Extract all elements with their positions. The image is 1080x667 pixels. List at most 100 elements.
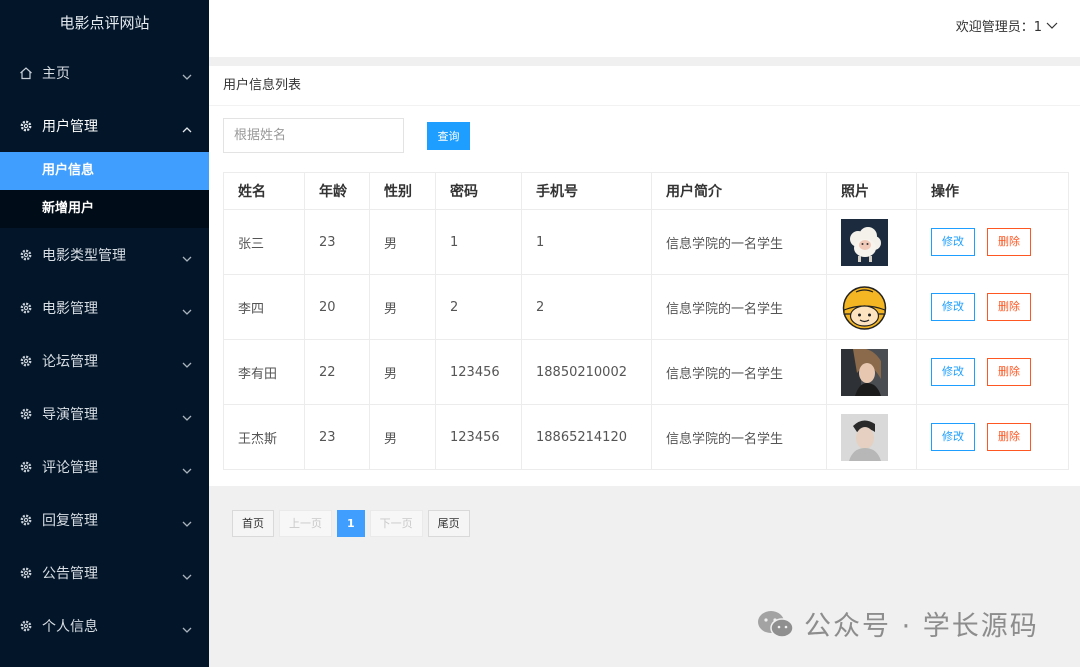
search-button[interactable]: 查询: [427, 121, 470, 150]
sidebar-item-forum[interactable]: 论坛管理: [0, 334, 209, 387]
table-row: 张三 23 男 1 1 信息学院的一名学生 修改 删除: [223, 209, 1069, 275]
cell-phone: 2: [521, 274, 652, 340]
edit-button[interactable]: 修改: [931, 423, 975, 451]
cell-name: 张三: [223, 209, 305, 275]
cell-photo: [826, 404, 917, 470]
user-list-panel: 用户信息列表 查询 姓名 年龄 性别 密码 手机号 用户简介 照片 操作 张三: [209, 66, 1080, 486]
cell-password: 2: [435, 274, 522, 340]
admin-menu[interactable]: 欢迎管理员：1: [956, 16, 1058, 35]
chevron-down-icon: [182, 362, 192, 368]
sidebar-item-user-management[interactable]: 用户管理: [0, 99, 209, 152]
cell-age: 20: [304, 274, 370, 340]
sidebar-item-label: 电影类型管理: [42, 247, 126, 264]
pagination: 首页 上一页 1 下一页 尾页: [232, 510, 475, 537]
cell-age: 22: [304, 339, 370, 405]
chevron-down-icon: [182, 627, 192, 633]
cell-photo: [826, 339, 917, 405]
column-header-phone: 手机号: [521, 172, 652, 210]
watermark: 公众号 · 学长源码: [756, 604, 1039, 643]
delete-button[interactable]: 删除: [987, 228, 1031, 256]
welcome-text: 欢迎管理员：1: [955, 20, 1042, 35]
cell-actions: 修改 删除: [916, 209, 1069, 275]
sidebar-subitem-user-info[interactable]: 用户信息: [0, 152, 209, 190]
sidebar-item-announcement[interactable]: 公告管理: [0, 546, 209, 599]
sidebar-item-director[interactable]: 导演管理: [0, 387, 209, 440]
cell-intro: 信息学院的一名学生: [651, 274, 827, 340]
edit-button[interactable]: 修改: [931, 228, 975, 256]
table-header-row: 姓名 年龄 性别 密码 手机号 用户简介 照片 操作: [223, 172, 1069, 210]
sheep-avatar: [841, 218, 888, 266]
panel-title: 用户信息列表: [209, 66, 1080, 106]
watermark-text: 公众号 · 学长源码: [804, 611, 1039, 642]
sidebar-item-label: 电影管理: [42, 300, 98, 317]
user-table: 姓名 年龄 性别 密码 手机号 用户简介 照片 操作 张三 23 男 1 1 信…: [223, 172, 1069, 470]
gear-icon: [18, 618, 34, 634]
chevron-down-icon: [182, 521, 192, 527]
sidebar-submenu-users: 用户信息 新增用户: [0, 152, 209, 228]
sidebar-item-label: 论坛管理: [42, 353, 98, 370]
chevron-down-icon: [1046, 22, 1058, 29]
chevron-down-icon: [182, 256, 192, 262]
cell-photo: [826, 274, 917, 340]
last-page-button[interactable]: 尾页: [427, 510, 470, 537]
cell-gender: 男: [369, 404, 436, 470]
helmet-avatar: [841, 283, 888, 331]
first-page-button[interactable]: 首页: [232, 510, 274, 537]
cell-gender: 男: [369, 209, 436, 275]
cell-gender: 男: [369, 274, 436, 340]
gear-icon: [18, 247, 34, 263]
site-brand: 电影点评网站: [59, 14, 150, 32]
column-header-photo: 照片: [826, 172, 917, 210]
cell-actions: 修改 删除: [916, 274, 1069, 340]
gear-icon: [18, 459, 34, 475]
sidebar-item-home[interactable]: 主页: [0, 46, 209, 99]
next-page-button[interactable]: 下一页: [369, 510, 423, 537]
cell-phone: 18865214120: [521, 404, 652, 470]
gear-icon: [18, 406, 34, 422]
column-header-age: 年龄: [304, 172, 370, 210]
column-header-intro: 用户简介: [651, 172, 827, 210]
chevron-down-icon: [182, 574, 192, 580]
column-header-password: 密码: [435, 172, 522, 210]
gear-icon: [18, 300, 34, 316]
cell-age: 23: [304, 404, 370, 470]
current-page-button[interactable]: 1: [337, 510, 365, 537]
sidebar-item-profile[interactable]: 个人信息: [0, 599, 209, 652]
cell-intro: 信息学院的一名学生: [651, 339, 827, 405]
edit-button[interactable]: 修改: [931, 358, 975, 386]
cell-intro: 信息学院的一名学生: [651, 209, 827, 275]
chevron-down-icon: [182, 415, 192, 421]
cell-password: 123456: [435, 404, 522, 470]
chevron-down-icon: [182, 309, 192, 315]
sidebar-item-label: 个人信息: [42, 618, 98, 635]
table-row: 王杰斯 23 男 123456 18865214120 信息学院的一名学生 修改…: [223, 404, 1069, 470]
chevron-down-icon: [182, 74, 192, 80]
delete-button[interactable]: 删除: [987, 423, 1031, 451]
prev-page-button[interactable]: 上一页: [279, 510, 332, 537]
cell-photo: [826, 209, 917, 275]
sidebar-subitem-add-user[interactable]: 新增用户: [0, 190, 209, 228]
table-row: 李四 20 男 2 2 信息学院的一名学生 修改 删除: [223, 274, 1069, 340]
sidebar-item-movie[interactable]: 电影管理: [0, 281, 209, 334]
sidebar-menu: 主页 用户管理 用户信息 新增用户 电影类型管理 电影管理 论坛管理 导演管理 …: [0, 46, 209, 652]
delete-button[interactable]: 删除: [987, 358, 1031, 386]
table-row: 李有田 22 男 123456 18850210002 信息学院的一名学生 修改…: [223, 339, 1069, 405]
sidebar-item-movie-type[interactable]: 电影类型管理: [0, 228, 209, 281]
cell-name: 王杰斯: [223, 404, 305, 470]
cell-age: 23: [304, 209, 370, 275]
edit-button[interactable]: 修改: [931, 293, 975, 321]
sidebar-item-comment[interactable]: 评论管理: [0, 440, 209, 493]
sidebar-item-label: 评论管理: [42, 459, 98, 476]
sidebar-item-label: 公告管理: [42, 565, 98, 582]
cell-password: 1: [435, 209, 522, 275]
name-search-input[interactable]: [223, 118, 404, 153]
home-icon: [18, 65, 34, 81]
top-header: 欢迎管理员：1: [209, 0, 1080, 57]
man-portrait: [841, 413, 888, 461]
sidebar-item-label: 导演管理: [42, 406, 98, 423]
gear-icon: [18, 353, 34, 369]
delete-button[interactable]: 删除: [987, 293, 1031, 321]
sidebar-item-reply[interactable]: 回复管理: [0, 493, 209, 546]
gear-icon: [18, 565, 34, 581]
cell-actions: 修改 删除: [916, 339, 1069, 405]
